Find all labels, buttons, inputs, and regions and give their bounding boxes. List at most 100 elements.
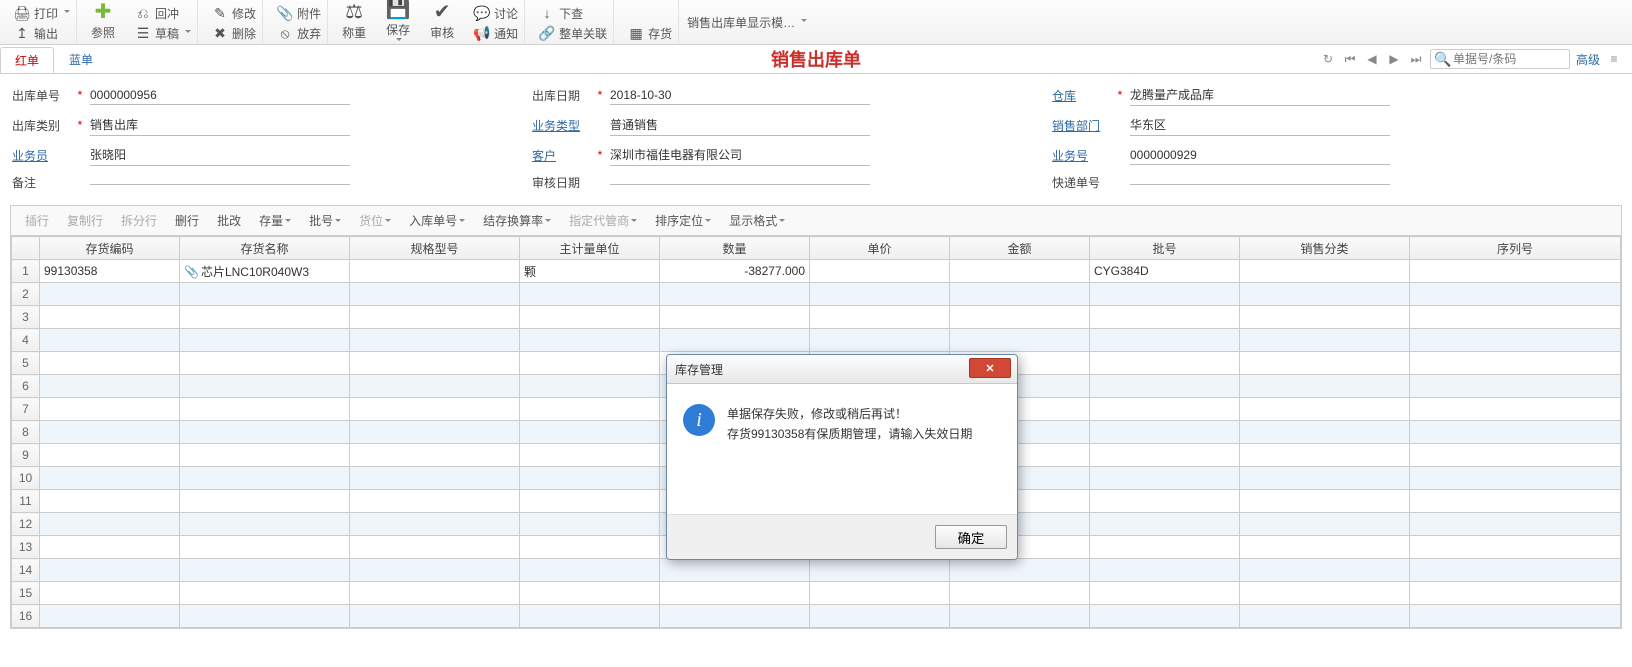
delete-row-button[interactable]: 删行 bbox=[169, 210, 205, 231]
cell-batch[interactable] bbox=[1090, 329, 1240, 352]
cell-unit[interactable]: 颗 bbox=[520, 260, 660, 283]
cell-code[interactable] bbox=[40, 605, 180, 628]
cell-serial[interactable] bbox=[1410, 513, 1621, 536]
warehouse-label[interactable]: 仓库 bbox=[1052, 87, 1110, 104]
search-box[interactable]: 🔍 bbox=[1430, 49, 1570, 69]
cell-name[interactable] bbox=[180, 421, 350, 444]
cell-qty[interactable] bbox=[660, 582, 810, 605]
cell-spec[interactable] bbox=[350, 467, 520, 490]
agent-button[interactable]: 指定代管商 bbox=[563, 210, 643, 231]
weighing-button[interactable]: ⚖称重 bbox=[336, 0, 372, 40]
prev-record-icon[interactable]: ◀ bbox=[1364, 51, 1380, 67]
cell-unit[interactable] bbox=[520, 490, 660, 513]
cell-sale_cat[interactable] bbox=[1240, 536, 1410, 559]
cell-qty[interactable]: -38277.000 bbox=[660, 260, 810, 283]
table-row[interactable]: 2 bbox=[12, 283, 1621, 306]
cell-name[interactable] bbox=[180, 375, 350, 398]
cell-spec[interactable] bbox=[350, 421, 520, 444]
notify-button[interactable]: 📢通知 bbox=[474, 24, 518, 42]
table-row[interactable]: 4 bbox=[12, 329, 1621, 352]
whole-relate-button[interactable]: 🔗整单关联 bbox=[539, 24, 607, 42]
cell-spec[interactable] bbox=[350, 329, 520, 352]
salesman-value[interactable]: 张晓阳 bbox=[90, 144, 350, 166]
cell-price[interactable] bbox=[810, 329, 950, 352]
cell-unit[interactable] bbox=[520, 375, 660, 398]
cell-unit[interactable] bbox=[520, 306, 660, 329]
next-check-button[interactable]: ↓下查 bbox=[539, 4, 607, 22]
cell-serial[interactable] bbox=[1410, 398, 1621, 421]
cell-sale_cat[interactable] bbox=[1240, 582, 1410, 605]
cell-spec[interactable] bbox=[350, 490, 520, 513]
cell-spec[interactable] bbox=[350, 513, 520, 536]
cell-amount[interactable] bbox=[950, 329, 1090, 352]
warehouse-value[interactable]: 龙腾量产成品库 bbox=[1130, 84, 1390, 106]
cell-price[interactable] bbox=[810, 582, 950, 605]
cell-serial[interactable] bbox=[1410, 559, 1621, 582]
cell-unit[interactable] bbox=[520, 352, 660, 375]
split-row-button[interactable]: 拆分行 bbox=[115, 210, 163, 231]
cell-batch[interactable] bbox=[1090, 352, 1240, 375]
cell-spec[interactable] bbox=[350, 375, 520, 398]
discard-button[interactable]: ⦸放弃 bbox=[277, 24, 321, 42]
cell-name[interactable]: 📎芯片LNC10R040W3 bbox=[180, 260, 350, 283]
cell-sale_cat[interactable] bbox=[1240, 398, 1410, 421]
cell-sale_cat[interactable] bbox=[1240, 559, 1410, 582]
delete-button[interactable]: ✖删除 bbox=[212, 24, 256, 42]
cell-sale_cat[interactable] bbox=[1240, 444, 1410, 467]
cell-name[interactable] bbox=[180, 467, 350, 490]
cell-serial[interactable] bbox=[1410, 283, 1621, 306]
cell-spec[interactable] bbox=[350, 536, 520, 559]
search-input[interactable] bbox=[1451, 51, 1565, 67]
attachment-button[interactable]: 📎附件 bbox=[277, 4, 321, 22]
cell-unit[interactable] bbox=[520, 421, 660, 444]
cell-qty[interactable] bbox=[660, 283, 810, 306]
cell-serial[interactable] bbox=[1410, 467, 1621, 490]
cell-sale_cat[interactable] bbox=[1240, 306, 1410, 329]
table-row[interactable]: 15 bbox=[12, 582, 1621, 605]
cell-code[interactable] bbox=[40, 490, 180, 513]
cell-batch[interactable] bbox=[1090, 421, 1240, 444]
cell-sale_cat[interactable] bbox=[1240, 329, 1410, 352]
cell-serial[interactable] bbox=[1410, 536, 1621, 559]
copy-row-button[interactable]: 复制行 bbox=[61, 210, 109, 231]
cell-code[interactable] bbox=[40, 582, 180, 605]
cell-serial[interactable] bbox=[1410, 490, 1621, 513]
cell-name[interactable] bbox=[180, 352, 350, 375]
audit-date-value[interactable] bbox=[610, 180, 870, 185]
cell-code[interactable] bbox=[40, 306, 180, 329]
cell-name[interactable] bbox=[180, 559, 350, 582]
cell-qty[interactable] bbox=[660, 329, 810, 352]
cell-serial[interactable] bbox=[1410, 329, 1621, 352]
first-record-icon[interactable]: ⏮ bbox=[1342, 51, 1358, 67]
in-stock-no-button[interactable]: 入库单号 bbox=[403, 210, 471, 231]
batch-no-button[interactable]: 批号 bbox=[303, 210, 347, 231]
discuss-button[interactable]: 💬讨论 bbox=[474, 4, 518, 22]
restore-button[interactable]: ⎌回冲 bbox=[135, 4, 191, 22]
cell-name[interactable] bbox=[180, 582, 350, 605]
cell-unit[interactable] bbox=[520, 283, 660, 306]
cell-name[interactable] bbox=[180, 306, 350, 329]
audit-button[interactable]: ✔审核 bbox=[424, 0, 460, 40]
cell-serial[interactable] bbox=[1410, 352, 1621, 375]
cell-batch[interactable] bbox=[1090, 283, 1240, 306]
cell-serial[interactable] bbox=[1410, 421, 1621, 444]
cell-amount[interactable] bbox=[950, 605, 1090, 628]
advanced-link[interactable]: 高级 bbox=[1576, 51, 1600, 68]
cell-spec[interactable] bbox=[350, 559, 520, 582]
cell-unit[interactable] bbox=[520, 329, 660, 352]
cell-spec[interactable] bbox=[350, 306, 520, 329]
cell-batch[interactable] bbox=[1090, 582, 1240, 605]
export-button[interactable]: ↥输出 bbox=[14, 24, 70, 42]
reference-button[interactable]: ✚参照 bbox=[85, 0, 121, 40]
cell-serial[interactable] bbox=[1410, 582, 1621, 605]
col-qty[interactable]: 数量 bbox=[660, 237, 810, 260]
cell-amount[interactable] bbox=[950, 582, 1090, 605]
cell-spec[interactable] bbox=[350, 260, 520, 283]
dialog-titlebar[interactable]: 库存管理 ✕ bbox=[667, 355, 1017, 384]
cell-sale_cat[interactable] bbox=[1240, 467, 1410, 490]
cell-batch[interactable] bbox=[1090, 398, 1240, 421]
cell-price[interactable] bbox=[810, 605, 950, 628]
col-unit[interactable]: 主计量单位 bbox=[520, 237, 660, 260]
cell-serial[interactable] bbox=[1410, 605, 1621, 628]
cell-sale_cat[interactable] bbox=[1240, 490, 1410, 513]
